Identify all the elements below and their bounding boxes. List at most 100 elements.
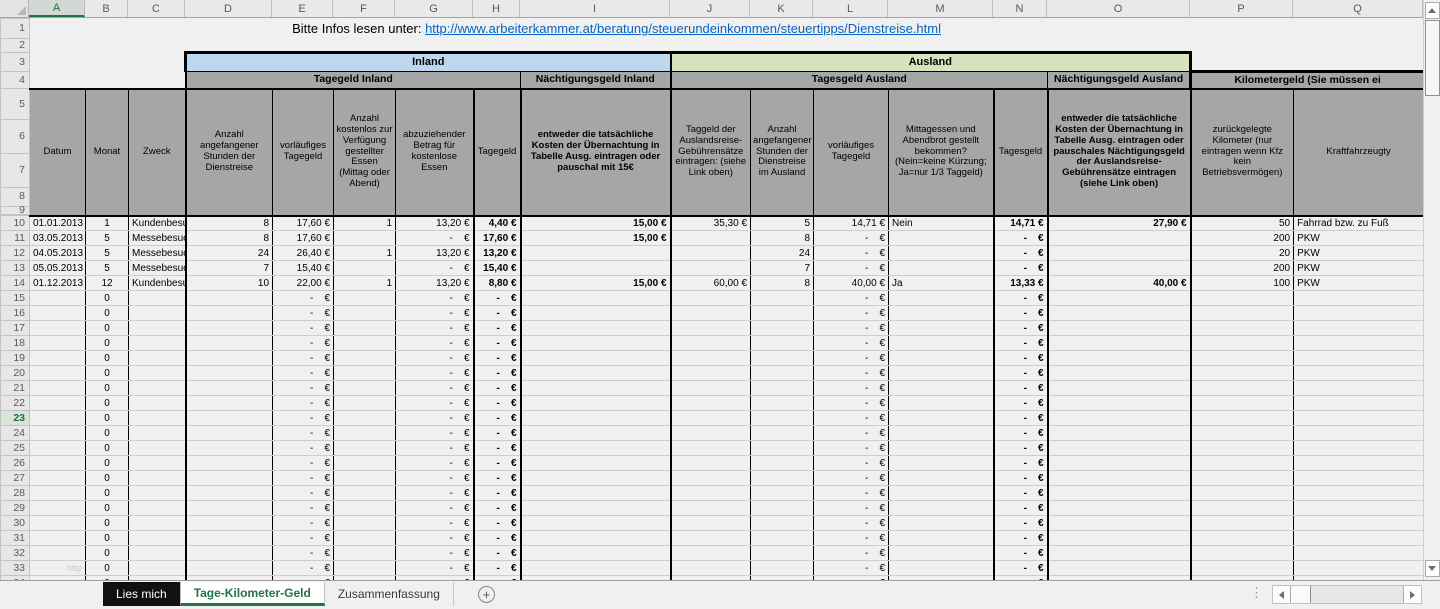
cell-O32[interactable] [1048, 546, 1191, 561]
cell-L32[interactable]: - € [814, 546, 889, 561]
cell-A21[interactable] [30, 381, 86, 396]
row-header-26[interactable]: 26 [1, 456, 30, 471]
cell-L27[interactable]: - € [814, 471, 889, 486]
cell-L18[interactable]: - € [814, 336, 889, 351]
cell-Q14[interactable]: PKW [1294, 276, 1423, 291]
cell-O23[interactable] [1048, 411, 1191, 426]
cell-P27[interactable] [1191, 471, 1294, 486]
column-header-K[interactable]: K [750, 0, 813, 17]
cell-H27[interactable]: - € [474, 471, 521, 486]
column-header-H[interactable]: H [473, 0, 520, 17]
cell-C25[interactable] [129, 441, 186, 456]
cell-D25[interactable] [186, 441, 273, 456]
cell-J15[interactable] [671, 291, 751, 306]
cell-I23[interactable] [521, 411, 671, 426]
cell-F20[interactable] [334, 366, 396, 381]
cell-K25[interactable] [751, 441, 814, 456]
cell-K17[interactable] [751, 321, 814, 336]
cell-H20[interactable]: - € [474, 366, 521, 381]
cell-M11[interactable] [889, 231, 994, 246]
cell-O22[interactable] [1048, 396, 1191, 411]
cell-E24[interactable]: - € [273, 426, 334, 441]
cell-G17[interactable]: - € [396, 321, 474, 336]
cell-F26[interactable] [334, 456, 396, 471]
column-header-A[interactable]: A [29, 0, 85, 17]
cell-P24[interactable] [1191, 426, 1294, 441]
cell-M23[interactable] [889, 411, 994, 426]
cell-P11[interactable]: 200 [1191, 231, 1294, 246]
row-header-17[interactable]: 17 [1, 321, 30, 336]
cell-Q10[interactable]: Fahrrad bzw. zu Fuß [1294, 216, 1423, 231]
cell-P17[interactable] [1191, 321, 1294, 336]
cell-J14[interactable]: 60,00 € [671, 276, 751, 291]
cell-C26[interactable] [129, 456, 186, 471]
cell-G23[interactable]: - € [396, 411, 474, 426]
cell-C12[interactable]: Messebesuch [129, 246, 186, 261]
cell-D30[interactable] [186, 516, 273, 531]
cell-A25[interactable] [30, 441, 86, 456]
group-header-ausland[interactable]: Ausland [671, 53, 1191, 72]
cell-H15[interactable]: - € [474, 291, 521, 306]
cell-A13[interactable]: 05.05.2013 [30, 261, 86, 276]
cell-K20[interactable] [751, 366, 814, 381]
cell-C10[interactable]: Kundenbesuch [129, 216, 186, 231]
cell-E32[interactable]: - € [273, 546, 334, 561]
cell-H21[interactable]: - € [474, 381, 521, 396]
cell-K12[interactable]: 24 [751, 246, 814, 261]
cell-O16[interactable] [1048, 306, 1191, 321]
cell-A24[interactable] [30, 426, 86, 441]
cell-Q23[interactable] [1294, 411, 1423, 426]
row-header-18[interactable]: 18 [1, 336, 30, 351]
row-header-25[interactable]: 25 [1, 441, 30, 456]
cell-L22[interactable]: - € [814, 396, 889, 411]
cell-H12[interactable]: 13,20 € [474, 246, 521, 261]
row-header-1[interactable]: 1 [1, 19, 30, 39]
cell-F33[interactable] [334, 561, 396, 576]
cell-M25[interactable] [889, 441, 994, 456]
cell-F22[interactable] [334, 396, 396, 411]
cell-G26[interactable]: - € [396, 456, 474, 471]
cell-Q13[interactable]: PKW [1294, 261, 1423, 276]
column-title-E[interactable]: vorläufiges Tagegeld [273, 89, 334, 216]
cell-N13[interactable]: - € [994, 261, 1048, 276]
row-header-10[interactable]: 10 [1, 216, 30, 231]
cell-E23[interactable]: - € [273, 411, 334, 426]
cell-K13[interactable]: 7 [751, 261, 814, 276]
cell-G25[interactable]: - € [396, 441, 474, 456]
cell-Q18[interactable] [1294, 336, 1423, 351]
cell-D10[interactable]: 8 [186, 216, 273, 231]
cell-L21[interactable]: - € [814, 381, 889, 396]
cell-N31[interactable]: - € [994, 531, 1048, 546]
cell-B11[interactable]: 5 [86, 231, 129, 246]
cell-K15[interactable] [751, 291, 814, 306]
vertical-scroll-thumb[interactable] [1425, 20, 1440, 96]
cell-L14[interactable]: 40,00 € [814, 276, 889, 291]
cell-O15[interactable] [1048, 291, 1191, 306]
cell-E31[interactable]: - € [273, 531, 334, 546]
row-header-5[interactable]: 5 [1, 90, 29, 120]
sheet-tab-tage-kilometer-geld[interactable]: Tage-Kilometer-Geld [180, 582, 325, 606]
new-sheet-button[interactable]: + [478, 586, 495, 603]
cell-F17[interactable] [334, 321, 396, 336]
section-header-naechtigungsgeld-ausland[interactable]: Nächtigungsgeld Ausland [1048, 72, 1191, 89]
cell-H29[interactable]: - € [474, 501, 521, 516]
cell-L30[interactable]: - € [814, 516, 889, 531]
cell-A10[interactable]: 01.01.2013 [30, 216, 86, 231]
cell-D18[interactable] [186, 336, 273, 351]
cell-D28[interactable] [186, 486, 273, 501]
cell-L16[interactable]: - € [814, 306, 889, 321]
row-header-19[interactable]: 19 [1, 351, 30, 366]
cell-L23[interactable]: - € [814, 411, 889, 426]
cell-D22[interactable] [186, 396, 273, 411]
cell-Q17[interactable] [1294, 321, 1423, 336]
cell-Q24[interactable] [1294, 426, 1423, 441]
cell-I31[interactable] [521, 531, 671, 546]
cell-A20[interactable] [30, 366, 86, 381]
row-header-4[interactable]: 4 [1, 72, 30, 89]
cell-H18[interactable]: - € [474, 336, 521, 351]
cell-D24[interactable] [186, 426, 273, 441]
cell-N22[interactable]: - € [994, 396, 1048, 411]
cell-P25[interactable] [1191, 441, 1294, 456]
cell-N19[interactable]: - € [994, 351, 1048, 366]
cell-A31[interactable] [30, 531, 86, 546]
